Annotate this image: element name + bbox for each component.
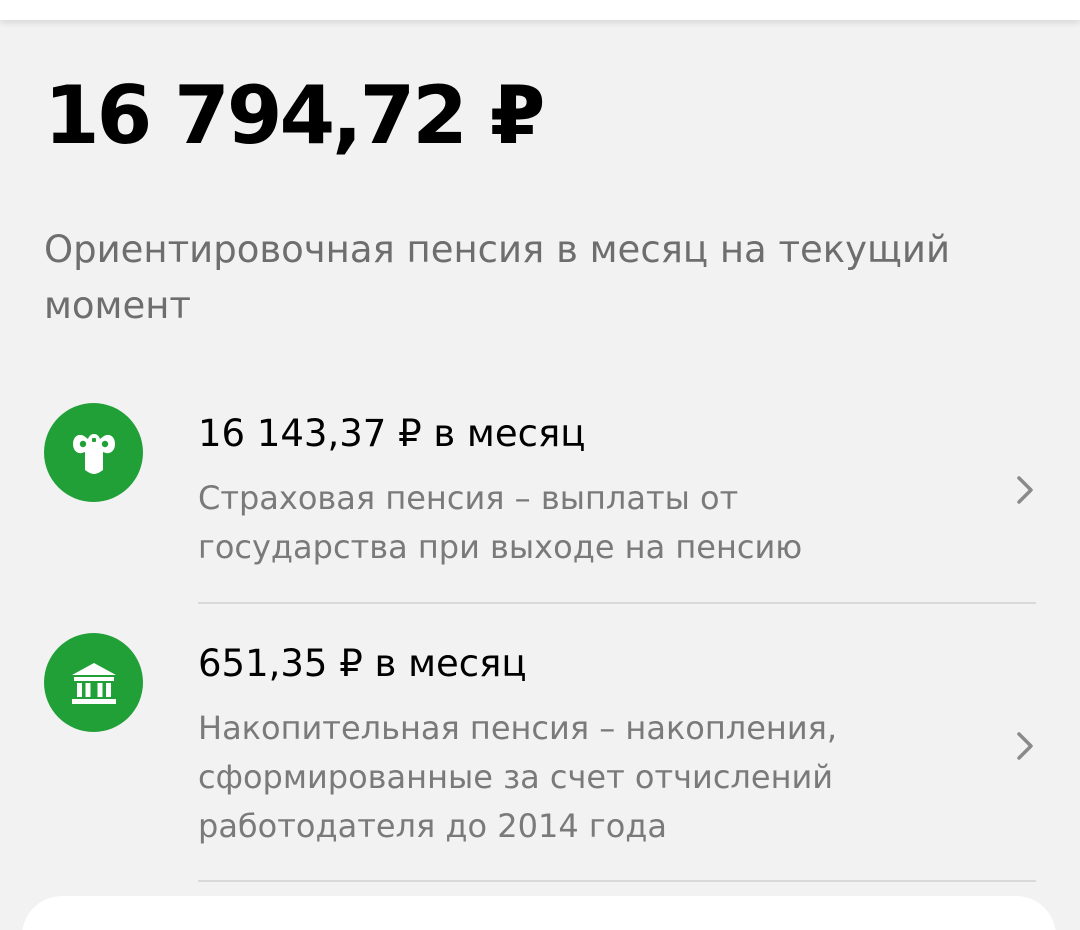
total-pension-subtitle: Ориентировочная пенсия в месяц на текущи…: [44, 228, 950, 327]
chevron-right-icon: [1017, 476, 1033, 504]
funded-pension-amount: 651,35 ₽ в месяц: [198, 642, 527, 685]
insurance-pension-amount: 16 143,37 ₽ в месяц: [198, 412, 586, 455]
pension-screen: 16 794,72 ₽ Ориентировочная пенсия в мес…: [0, 0, 1080, 930]
item-divider: [198, 880, 1036, 882]
bottom-sheet-card: [22, 896, 1056, 930]
chevron-right-icon: [1017, 732, 1033, 760]
bank-building-icon: [44, 633, 143, 732]
insurance-pension-description: Страховая пенсия – выплаты от государств…: [198, 479, 803, 566]
header-strip: [0, 0, 1080, 20]
item-divider: [198, 602, 1036, 604]
funded-pension-item[interactable]: 651,35 ₽ в месяц Накопительная пенсия – …: [0, 620, 1080, 884]
total-pension-amount: 16 794,72 ₽: [44, 69, 545, 162]
insurance-pension-item[interactable]: 16 143,37 ₽ в месяц Страховая пенсия – в…: [0, 390, 1080, 606]
funded-pension-description: Накопительная пенсия – накопления, сформ…: [198, 709, 838, 845]
sfr-emblem-icon: [44, 403, 143, 502]
